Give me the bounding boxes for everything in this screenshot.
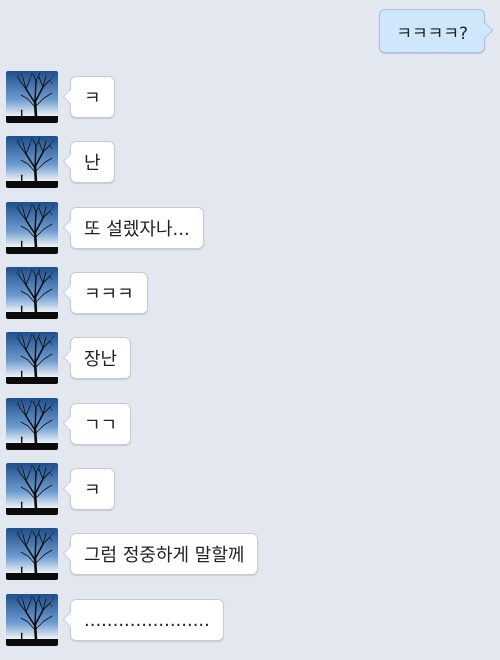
tree-silhouette-avatar-icon[interactable]: [6, 71, 58, 123]
tree-silhouette-avatar-icon[interactable]: [6, 332, 58, 384]
received-message-text: ㅋ: [84, 480, 101, 501]
received-message-bubble[interactable]: ㅋ: [70, 76, 115, 118]
chat-window: ㅋㅋㅋㅋ? ㅋ 난 또 설렜자나... ㅋㅋㅋ 장난 ㄱㄱ ㅋ 그럼 정중하게 …: [0, 0, 500, 660]
received-message-bubble[interactable]: ㄱㄱ: [70, 403, 132, 445]
received-message-text: ㅋㅋㅋ: [84, 284, 134, 305]
received-message-bubble[interactable]: 난: [70, 141, 115, 183]
tree-silhouette-avatar-icon[interactable]: [6, 463, 58, 515]
tree-silhouette-avatar-icon[interactable]: [6, 398, 58, 450]
received-message-row: ㄱㄱ: [6, 398, 132, 450]
received-message-text: 장난: [84, 349, 118, 370]
sent-message-text: ㅋㅋㅋㅋ?: [396, 23, 468, 44]
received-message-text: ㅋ: [84, 88, 101, 109]
received-message-row: 난: [6, 136, 115, 188]
received-message-row: ㅋ: [6, 71, 115, 123]
received-message-text: ㄱㄱ: [84, 415, 118, 436]
received-message-row: ㅋ: [6, 463, 115, 515]
received-message-bubble[interactable]: ......................: [70, 599, 224, 641]
received-message-row: ㅋㅋㅋ: [6, 267, 148, 319]
tree-silhouette-avatar-icon[interactable]: [6, 594, 58, 646]
tree-silhouette-avatar-icon[interactable]: [6, 136, 58, 188]
received-message-row: ......................: [6, 594, 224, 646]
tree-silhouette-avatar-icon[interactable]: [6, 202, 58, 254]
received-message-bubble[interactable]: 그럼 정중하게 말할께: [70, 533, 259, 575]
received-message-text: ......................: [84, 609, 210, 631]
received-message-row: 그럼 정중하게 말할께: [6, 528, 259, 580]
received-message-bubble[interactable]: 또 설렜자나...: [70, 207, 204, 249]
tree-silhouette-avatar-icon[interactable]: [6, 528, 58, 580]
received-message-bubble[interactable]: ㅋㅋㅋ: [70, 272, 148, 314]
received-message-bubble[interactable]: ㅋ: [70, 468, 115, 510]
received-message-text: 그럼 정중하게 말할께: [84, 545, 245, 566]
received-message-text: 난: [84, 153, 101, 174]
received-message-row: 또 설렜자나...: [6, 202, 204, 254]
received-message-bubble[interactable]: 장난: [70, 337, 132, 379]
received-message-text: 또 설렜자나...: [84, 219, 190, 240]
tree-silhouette-avatar-icon[interactable]: [6, 267, 58, 319]
received-message-row: 장난: [6, 332, 132, 384]
sent-message-bubble[interactable]: ㅋㅋㅋㅋ?: [379, 9, 485, 53]
